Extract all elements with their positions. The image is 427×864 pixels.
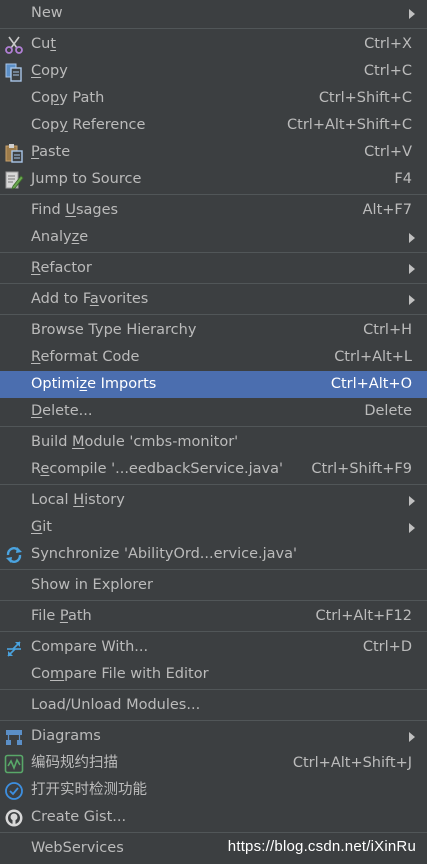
menu-item-show-in-explorer[interactable]: Show in Explorer bbox=[0, 572, 427, 599]
shortcut-label: Ctrl+Alt+L bbox=[334, 349, 412, 365]
code-scan-icon bbox=[4, 754, 24, 774]
menu-item-label: Diagrams bbox=[31, 728, 101, 744]
menu-item-label: Reformat Code bbox=[31, 349, 140, 365]
menu-item-cut[interactable]: Cut Ctrl+X bbox=[0, 31, 427, 58]
submenu-arrow-icon bbox=[409, 496, 415, 506]
menu-item-label: Copy Reference bbox=[31, 117, 146, 133]
menu-item-git[interactable]: Git bbox=[0, 514, 427, 541]
menu-item-optimize-imports[interactable]: Optimize Imports Ctrl+Alt+O bbox=[0, 371, 427, 398]
submenu-arrow-icon bbox=[409, 523, 415, 533]
menu-item-label: Analyze bbox=[31, 229, 89, 245]
menu-item-label: Find Usages bbox=[31, 202, 119, 218]
menu-item-label: Load/Unload Modules... bbox=[31, 697, 201, 713]
copy-icon bbox=[5, 63, 22, 82]
menu-item-load-unload-modules[interactable]: Load/Unload Modules... bbox=[0, 692, 427, 719]
menu-item-label: New bbox=[31, 5, 63, 21]
check-circle-icon bbox=[5, 782, 23, 800]
menu-item-copy[interactable]: Copy Ctrl+C bbox=[0, 58, 427, 85]
menu-item-refactor[interactable]: Refactor bbox=[0, 255, 427, 282]
shortcut-label: Ctrl+Alt+Shift+J bbox=[292, 755, 412, 771]
scissors-icon bbox=[5, 36, 23, 54]
menu-item-label: Build Module 'cmbs-monitor' bbox=[31, 434, 239, 450]
menu-item-jump-to-source[interactable]: Jump to Source F4 bbox=[0, 166, 427, 193]
menu-item-label: 编码规约扫描 bbox=[31, 755, 118, 771]
menu-item-label: Create Gist... bbox=[31, 809, 127, 825]
menu-item-add-to-favorites[interactable]: Add to Favorites bbox=[0, 286, 427, 313]
menu-item-paste[interactable]: Paste Ctrl+V bbox=[0, 139, 427, 166]
menu-item-code-scan[interactable]: 编码规约扫描 Ctrl+Alt+Shift+J bbox=[0, 750, 427, 777]
menu-item-label: Refactor bbox=[31, 260, 92, 276]
menu-item-synchronize[interactable]: Synchronize 'AbilityOrd...ervice.java' bbox=[0, 541, 427, 568]
shortcut-label: Ctrl+C bbox=[363, 63, 412, 79]
menu-item-label: Local History bbox=[31, 492, 125, 508]
sync-icon bbox=[6, 547, 22, 563]
edit-source-icon bbox=[5, 171, 24, 190]
menu-item-local-history[interactable]: Local History bbox=[0, 487, 427, 514]
menu-item-realtime-check[interactable]: 打开实时检测功能 bbox=[0, 777, 427, 804]
menu-item-diagrams[interactable]: Diagrams bbox=[0, 723, 427, 750]
menu-item-label: Paste bbox=[31, 144, 71, 160]
menu-item-recompile[interactable]: Recompile '...eedbackService.java' Ctrl+… bbox=[0, 456, 427, 483]
menu-item-delete[interactable]: Delete... Delete bbox=[0, 398, 427, 425]
watermark-url: https://blog.csdn.net/iXinRu bbox=[227, 838, 416, 855]
diagram-icon bbox=[6, 730, 22, 745]
menu-item-label: Compare File with Editor bbox=[31, 666, 209, 682]
submenu-arrow-icon bbox=[409, 264, 415, 274]
github-icon bbox=[5, 809, 23, 827]
menu-item-label: Optimize Imports bbox=[31, 376, 157, 392]
menu-item-label: Browse Type Hierarchy bbox=[31, 322, 197, 338]
shortcut-label: Ctrl+Alt+O bbox=[330, 376, 412, 392]
shortcut-label: Delete bbox=[364, 403, 412, 419]
menu-item-label: Compare With... bbox=[31, 639, 149, 655]
shortcut-label: Ctrl+Alt+Shift+C bbox=[287, 117, 412, 133]
menu-item-label: Git bbox=[31, 519, 52, 535]
shortcut-label: Ctrl+Shift+C bbox=[318, 90, 412, 106]
project-context-menu: New Cut Ctrl+X Copy Ctrl+C Copy Path Ctr… bbox=[0, 0, 427, 864]
compare-arrows-icon bbox=[7, 641, 21, 657]
shortcut-label: F4 bbox=[394, 171, 412, 187]
menu-item-label: Add to Favorites bbox=[31, 291, 149, 307]
menu-item-label: WebServices bbox=[31, 840, 124, 856]
submenu-arrow-icon bbox=[409, 9, 415, 19]
menu-item-copy-reference[interactable]: Copy Reference Ctrl+Alt+Shift+C bbox=[0, 112, 427, 139]
shortcut-label: Ctrl+H bbox=[363, 322, 412, 338]
shortcut-label: Ctrl+Shift+F9 bbox=[311, 461, 412, 477]
menu-item-reformat-code[interactable]: Reformat Code Ctrl+Alt+L bbox=[0, 344, 427, 371]
menu-item-label: Recompile '...eedbackService.java' bbox=[31, 461, 284, 477]
menu-item-build-module[interactable]: Build Module 'cmbs-monitor' bbox=[0, 429, 427, 456]
shortcut-label: Ctrl+D bbox=[362, 639, 412, 655]
menu-item-label: Synchronize 'AbilityOrd...ervice.java' bbox=[31, 546, 297, 562]
shortcut-label: Ctrl+Alt+F12 bbox=[315, 608, 412, 624]
menu-item-label: Show in Explorer bbox=[31, 577, 153, 593]
menu-item-label: Cut bbox=[31, 36, 57, 52]
clipboard-paste-icon bbox=[5, 144, 23, 163]
menu-item-analyze[interactable]: Analyze bbox=[0, 224, 427, 251]
menu-item-create-gist[interactable]: Create Gist... bbox=[0, 804, 427, 831]
menu-item-compare-file-with-editor[interactable]: Compare File with Editor bbox=[0, 661, 427, 688]
menu-item-file-path[interactable]: File Path Ctrl+Alt+F12 bbox=[0, 603, 427, 630]
shortcut-label: Ctrl+X bbox=[364, 36, 412, 52]
menu-item-label: Jump to Source bbox=[31, 171, 142, 187]
submenu-arrow-icon bbox=[409, 295, 415, 305]
menu-item-find-usages[interactable]: Find Usages Alt+F7 bbox=[0, 197, 427, 224]
menu-item-label: File Path bbox=[31, 608, 92, 624]
submenu-arrow-icon bbox=[409, 732, 415, 742]
submenu-arrow-icon bbox=[409, 233, 415, 243]
menu-item-label: Delete... bbox=[31, 403, 93, 419]
menu-item-copy-path[interactable]: Copy Path Ctrl+Shift+C bbox=[0, 85, 427, 112]
shortcut-label: Ctrl+V bbox=[364, 144, 412, 160]
menu-item-browse-type-hierarchy[interactable]: Browse Type Hierarchy Ctrl+H bbox=[0, 317, 427, 344]
menu-item-compare-with[interactable]: Compare With... Ctrl+D bbox=[0, 634, 427, 661]
menu-item-label: Copy Path bbox=[31, 90, 105, 106]
shortcut-label: Alt+F7 bbox=[362, 202, 412, 218]
menu-item-label: 打开实时检测功能 bbox=[31, 782, 147, 798]
menu-item-label: Copy bbox=[31, 63, 68, 79]
menu-item-new[interactable]: New bbox=[0, 0, 427, 27]
